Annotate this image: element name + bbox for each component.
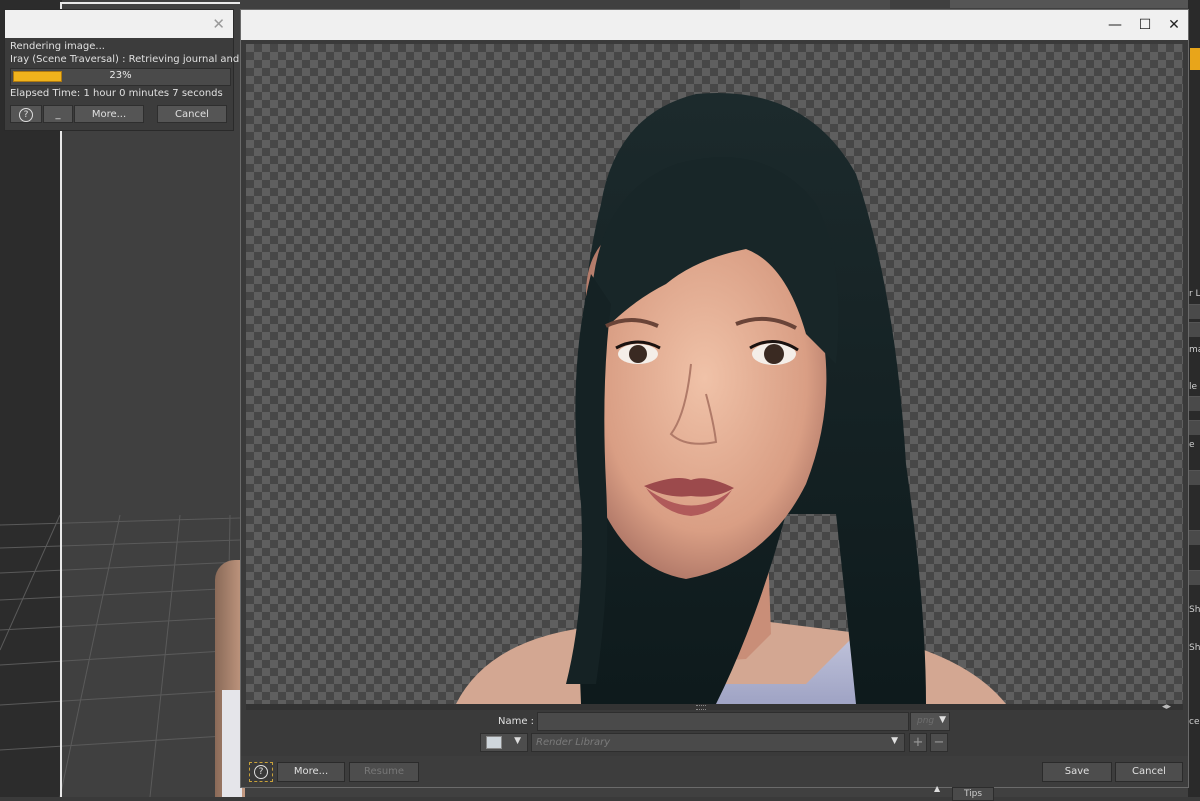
maximize-icon[interactable]: ☐	[1135, 16, 1155, 34]
panel-row[interactable]	[1188, 396, 1200, 411]
panel-row[interactable]	[1188, 304, 1200, 319]
format-select[interactable]: png ▼	[910, 712, 950, 731]
image-library-icon	[486, 736, 502, 749]
splitter-grip[interactable]	[696, 705, 706, 710]
rendered-portrait-image	[456, 93, 1006, 704]
minimize-icon[interactable]: —	[1105, 16, 1125, 34]
render-help-button[interactable]: ?	[249, 762, 273, 782]
panel-row[interactable]	[1188, 530, 1200, 545]
remove-library-button[interactable]: −	[930, 733, 948, 752]
image-library-button[interactable]: ▼	[480, 733, 528, 752]
panel-fragment-text: Sh	[1189, 605, 1200, 615]
render-window-titlebar[interactable]: — ☐ ✕	[241, 10, 1188, 40]
resume-button[interactable]: Resume	[349, 762, 419, 782]
panel-row[interactable]	[1188, 322, 1200, 337]
elapsed-time-text: Elapsed Time: 1 hour 0 minutes 7 seconds	[10, 88, 223, 99]
panel-fragment-text: ma	[1189, 345, 1200, 355]
panel-row[interactable]	[1188, 420, 1200, 435]
tips-tab[interactable]: Tips	[952, 787, 994, 801]
render-progress-dialog: ✕ Rendering image... Iray (Scene Travers…	[4, 9, 249, 131]
save-button[interactable]: Save	[1042, 762, 1112, 782]
figure-shirt	[222, 690, 242, 797]
top-toolbar-fragment-right	[950, 0, 1200, 8]
render-window: — ☐ ✕ ◂▸ Name: png ▼ ▼ Render Library ▼…	[240, 9, 1189, 788]
render-library-value: Render Library	[536, 737, 611, 748]
panel-fragment-text: le	[1189, 382, 1198, 392]
render-more-button[interactable]: More...	[277, 762, 345, 782]
chevron-down-icon: ▼	[939, 715, 946, 725]
panel-accent-tab[interactable]	[1190, 48, 1200, 70]
progress-bar: 23%	[10, 68, 231, 86]
chevron-down-icon: ▼	[891, 736, 898, 746]
panel-fragment-text: ce	[1189, 717, 1200, 727]
close-icon[interactable]: ✕	[1164, 16, 1184, 34]
splitter-handle[interactable]: ◂▸	[246, 702, 1183, 712]
close-icon[interactable]: ✕	[212, 15, 225, 33]
panel-row[interactable]	[1188, 470, 1200, 485]
panel-fragment-text: e	[1189, 440, 1195, 450]
panel-row[interactable]	[1188, 570, 1200, 585]
progress-help-button[interactable]: ?	[10, 105, 42, 123]
help-icon: ?	[254, 765, 268, 779]
render-cancel-button[interactable]: Cancel	[1115, 762, 1183, 782]
render-library-select[interactable]: Render Library ▼	[531, 733, 905, 752]
progress-cancel-button[interactable]: Cancel	[157, 105, 227, 123]
viewport-frame-top	[60, 2, 240, 4]
name-input[interactable]	[537, 712, 909, 731]
help-icon: ?	[19, 108, 33, 122]
panel-fragment-text: r L	[1189, 289, 1200, 299]
add-library-button[interactable]: +	[909, 733, 927, 752]
progress-more-button[interactable]: More...	[74, 105, 144, 123]
progress-percent-label: 23%	[109, 70, 132, 81]
progress-detail-text: Iray (Scene Traversal) : Retrieving jour…	[10, 54, 249, 65]
name-label: Name :	[498, 716, 535, 727]
expand-arrow-icon[interactable]: ▲	[934, 784, 940, 793]
right-side-panel: r L ma le e Sh Sh ce	[1188, 0, 1200, 797]
render-canvas	[246, 44, 1183, 704]
progress-status-text: Rendering image...	[10, 41, 105, 52]
panel-fragment-text: Sh	[1189, 643, 1200, 653]
format-select-value: png	[917, 716, 935, 726]
progress-minimize-button[interactable]: _	[43, 105, 73, 123]
chevron-down-icon: ▼	[514, 736, 521, 746]
progress-titlebar[interactable]: ✕	[5, 10, 233, 38]
splitter-arrows-icon[interactable]: ◂▸	[1162, 702, 1171, 712]
